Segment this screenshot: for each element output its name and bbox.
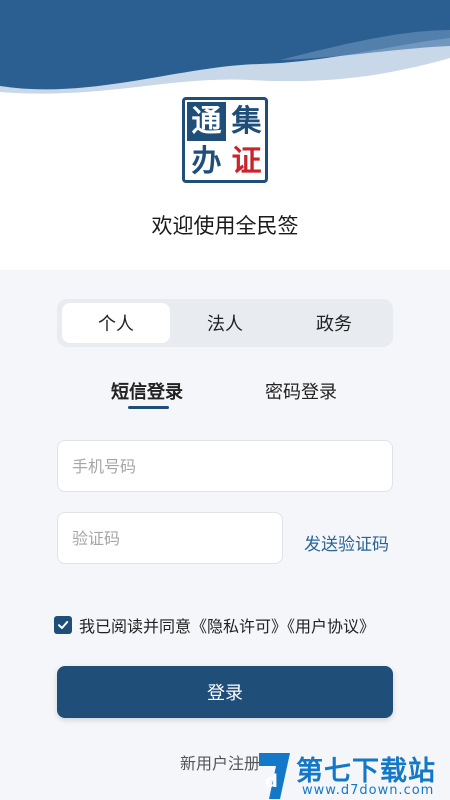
logo-char: 通 (187, 102, 226, 141)
header-wave (0, 0, 450, 94)
tab-sms-login[interactable]: 短信登录 (111, 378, 183, 404)
watermark-logo-icon: d (259, 753, 290, 799)
logo-char: 证 (231, 143, 262, 179)
logo-char: 集 (231, 103, 262, 139)
app-logo: 通 集 办 证 (182, 97, 268, 183)
register-link[interactable]: 新用户注册 (180, 750, 260, 774)
check-icon (58, 621, 69, 629)
account-type-tabs: 个人 法人 政务 (57, 299, 393, 347)
logo-char: 办 (191, 143, 222, 179)
welcome-title: 欢迎使用全民签 (151, 214, 299, 238)
tab-personal[interactable]: 个人 (62, 303, 170, 343)
watermark-url: www.d7down.com (302, 783, 435, 798)
tab-government[interactable]: 政务 (280, 303, 388, 343)
agreement-row: 我已阅读并同意《隐私许可》《用户协议》 (54, 614, 375, 636)
tab-legal-person[interactable]: 法人 (171, 303, 279, 343)
agreement-text: 我已阅读并同意《隐私许可》《用户协议》 (79, 617, 376, 636)
svg-text:d: d (265, 771, 278, 792)
phone-input[interactable] (57, 440, 393, 492)
header-area: 通 集 办 证 欢迎使用全民签 (0, 0, 450, 270)
active-tab-indicator (128, 406, 169, 409)
agree-checkbox[interactable] (54, 616, 72, 634)
login-button[interactable]: 登录 (57, 666, 393, 718)
send-code-button[interactable]: 发送验证码 (304, 530, 389, 555)
watermark: d 第七下载站 www.d7down.com (256, 749, 450, 800)
tab-password-login[interactable]: 密码登录 (265, 378, 337, 404)
verification-code-input[interactable] (57, 512, 283, 564)
